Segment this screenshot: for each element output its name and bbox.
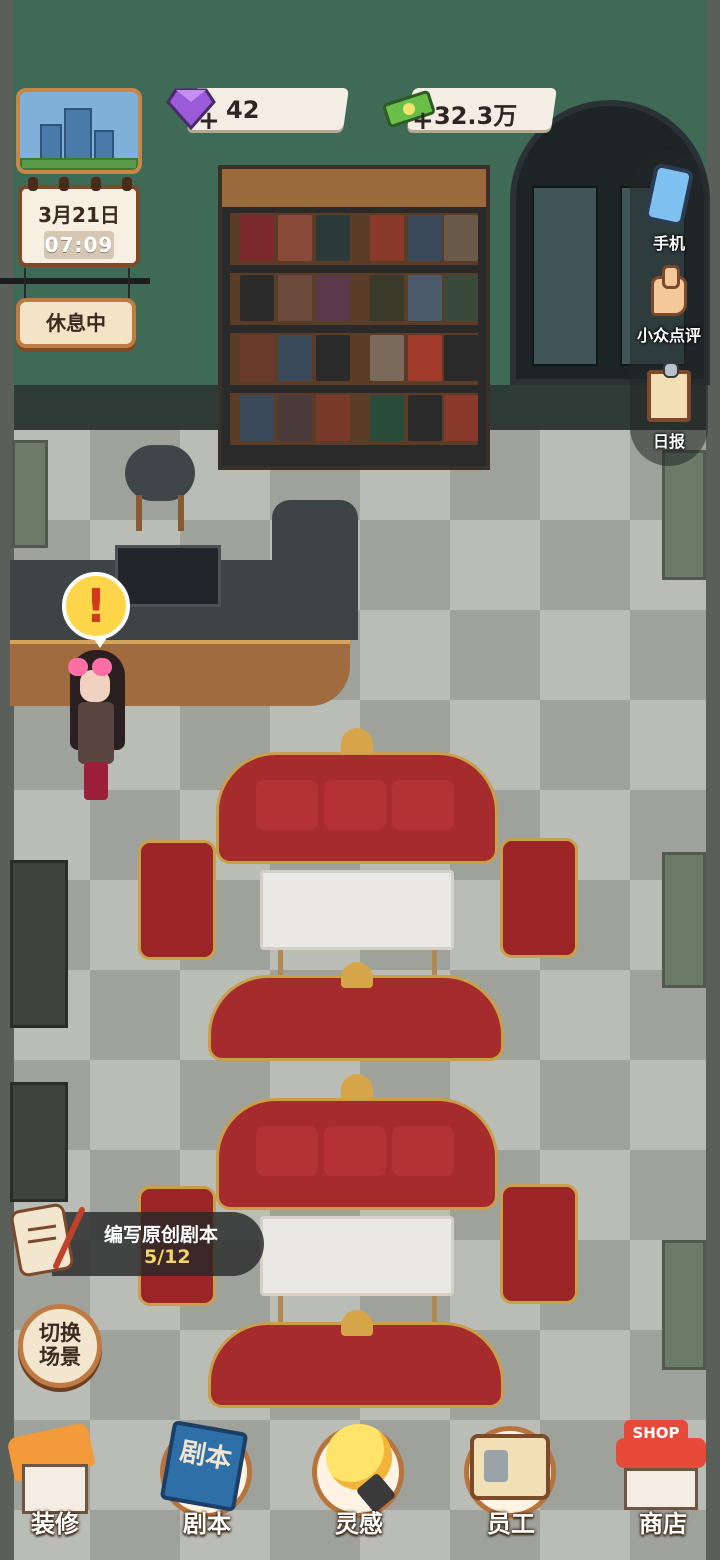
sign-chain <box>24 268 26 298</box>
door-glass-left <box>532 186 598 366</box>
side-window <box>662 852 706 988</box>
table-leg <box>432 950 437 978</box>
calendar-rings <box>28 177 132 191</box>
sofa-cushion <box>256 780 318 830</box>
table-leg <box>278 1296 283 1324</box>
task-progress: 5/12 <box>144 1246 191 1268</box>
side-menu: 手机 小众点评 日报 <box>630 150 708 466</box>
sofa-cushion <box>392 1126 454 1176</box>
calendar-date: 3月21日 <box>38 203 120 227</box>
sofa-shell-ornament <box>341 962 373 988</box>
table-leg <box>432 1296 437 1324</box>
alert-bubble[interactable]: ! <box>62 572 130 648</box>
scroll-quill-icon <box>10 1203 85 1277</box>
nav-inspiration[interactable]: 灵感 <box>304 1420 414 1550</box>
sofa-cushion <box>324 780 386 830</box>
drinks-shelf <box>10 1082 68 1202</box>
sign-chain <box>128 268 130 298</box>
pink-bow-icon <box>68 658 112 676</box>
reviews-button[interactable]: 小众点评 <box>630 265 708 346</box>
computer-monitor <box>115 545 221 607</box>
add-gems-icon[interactable]: + <box>198 106 220 136</box>
money-value: 32.3万 <box>434 102 518 130</box>
side-window <box>662 1240 706 1370</box>
shelf-row <box>230 213 478 265</box>
armchair <box>138 840 216 960</box>
gem-value: 42 <box>226 96 260 124</box>
armchair <box>500 838 578 958</box>
exclamation-icon: ! <box>85 579 107 633</box>
switch-scene-line2: 场景 <box>39 1345 81 1369</box>
character-body <box>78 702 114 764</box>
switch-scene-line1: 切换 <box>39 1321 81 1345</box>
grass <box>20 158 138 170</box>
daily-report-button[interactable]: 日报 <box>630 362 708 452</box>
calendar-clock: 3月21日 07:09 <box>18 177 140 267</box>
sofa-shell-ornament <box>341 1074 373 1100</box>
bar-stool <box>125 445 195 501</box>
report-clipboard-icon <box>647 362 691 422</box>
nav-shop-label: 商店 <box>639 1510 687 1538</box>
phone-label: 手机 <box>652 234 685 253</box>
shop-icon: SHOP <box>624 1420 688 1446</box>
nav-decorate[interactable]: 装修 <box>0 1420 110 1550</box>
phone-icon <box>643 162 695 228</box>
sofa-cushion <box>392 780 454 830</box>
side-window <box>12 440 48 548</box>
thumbs-up-icon <box>651 265 687 316</box>
nav-decorate-label: 装修 <box>31 1510 79 1538</box>
left-wall-edge <box>0 0 14 1560</box>
drinks-shelf <box>10 860 68 1028</box>
character-legs <box>84 762 108 800</box>
coffee-table <box>260 1216 454 1296</box>
store-avatar[interactable] <box>16 88 142 174</box>
shelf-row <box>230 333 478 385</box>
staff-badge-icon <box>470 1434 550 1500</box>
armchair <box>500 1184 578 1304</box>
counter-front <box>10 640 350 706</box>
sofa-cushion <box>324 1126 386 1176</box>
task-title: 编写原创剧本 <box>104 1224 219 1246</box>
clock-time: 07:09 <box>44 231 114 259</box>
shelf-row <box>230 393 478 445</box>
store-status-sign[interactable]: 休息中 <box>16 298 136 348</box>
phone-button[interactable]: 手机 <box>630 162 708 254</box>
add-money-icon[interactable]: + <box>412 106 434 136</box>
badge-photo <box>484 1450 508 1482</box>
nav-scripts[interactable]: 剧本 剧本 <box>152 1420 262 1550</box>
table-leg <box>278 950 283 978</box>
sofa-cushion <box>256 1126 318 1176</box>
nav-inspiration-label: 灵感 <box>335 1510 383 1538</box>
shelf-row <box>230 273 478 325</box>
reviews-label: 小众点评 <box>636 326 701 345</box>
nav-staff-label: 员工 <box>487 1510 535 1538</box>
sofa-shell-ornament <box>341 728 373 754</box>
coffee-table <box>260 870 454 950</box>
switch-scene-button[interactable]: 切换 场景 <box>18 1304 102 1388</box>
daily-report-label: 日报 <box>652 432 685 451</box>
nav-staff[interactable]: 员工 <box>456 1420 566 1550</box>
shelf-top-board <box>222 169 486 207</box>
sofa-shell-ornament <box>341 1310 373 1336</box>
script-bookshelf[interactable] <box>218 165 490 470</box>
script-book-icon: 剧本 <box>159 1420 249 1512</box>
nav-shop[interactable]: SHOP 商店 <box>608 1420 718 1550</box>
nav-scripts-label: 剧本 <box>183 1510 231 1538</box>
side-window <box>662 450 706 580</box>
